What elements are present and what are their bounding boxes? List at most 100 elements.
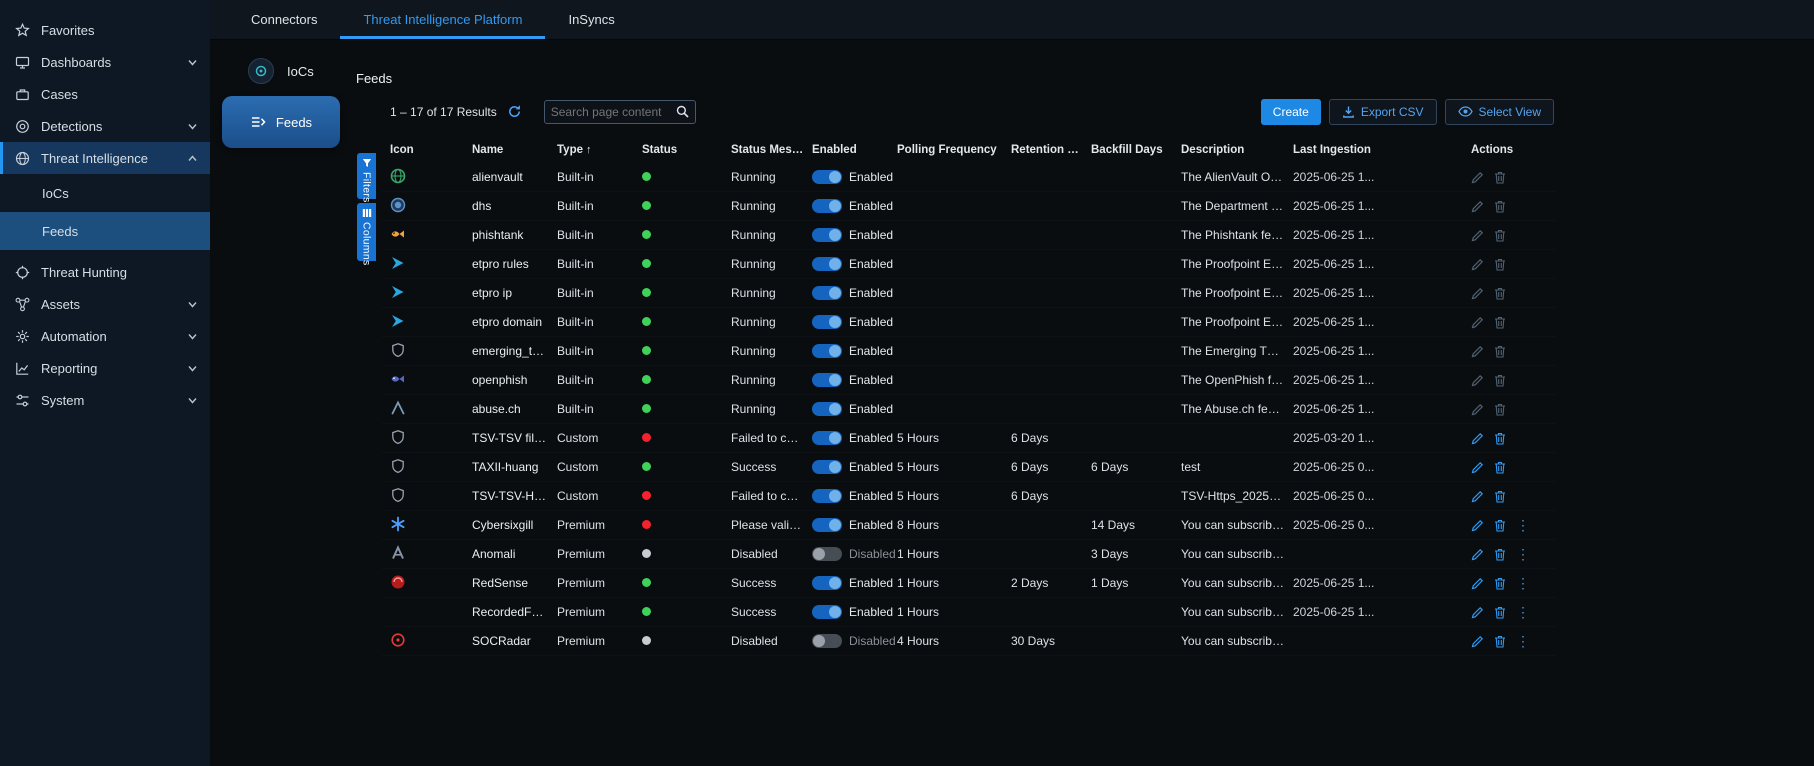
sidebar-item-reporting[interactable]: Reporting: [0, 352, 210, 384]
trash-icon[interactable]: [1494, 432, 1506, 445]
column-header-retention-period[interactable]: Retention Period: [1011, 144, 1091, 156]
trash-icon[interactable]: [1494, 461, 1506, 474]
edit-icon[interactable]: [1471, 490, 1484, 503]
sidebar-item-assets[interactable]: Assets: [0, 288, 210, 320]
search-input[interactable]: [551, 105, 672, 119]
create-button[interactable]: Create: [1261, 99, 1321, 125]
refresh-button[interactable]: [507, 104, 522, 119]
column-header-status-message[interactable]: Status Message: [731, 144, 812, 156]
sidebar-item-cases[interactable]: Cases: [0, 78, 210, 110]
edit-icon[interactable]: [1471, 287, 1484, 300]
trash-icon[interactable]: [1494, 171, 1506, 184]
enabled-toggle[interactable]: [812, 605, 842, 619]
edit-icon[interactable]: [1471, 374, 1484, 387]
enabled-toggle[interactable]: [812, 257, 842, 271]
enabled-toggle[interactable]: [812, 547, 842, 561]
trash-icon[interactable]: [1494, 200, 1506, 213]
shield-feed-icon: [390, 429, 406, 445]
edit-icon[interactable]: [1471, 548, 1484, 561]
edit-icon[interactable]: [1471, 258, 1484, 271]
status-dot: [642, 462, 651, 471]
trash-icon[interactable]: [1494, 519, 1506, 532]
sidebar-item-automation[interactable]: Automation: [0, 320, 210, 352]
sidebar-item-detections[interactable]: Detections: [0, 110, 210, 142]
column-header-type[interactable]: Type↑: [557, 144, 642, 156]
edit-icon[interactable]: [1471, 635, 1484, 648]
tab-insyncs[interactable]: InSyncs: [545, 0, 637, 39]
column-header-last-ingestion[interactable]: Last Ingestion: [1293, 144, 1471, 156]
kebab-menu-icon[interactable]: ⋮: [1516, 518, 1530, 532]
edit-icon[interactable]: [1471, 171, 1484, 184]
column-header-name[interactable]: Name: [472, 144, 557, 156]
feed-row-recordedfuture: RecordedFuturePremiumSuccessEnabled1 Hou…: [382, 598, 1556, 627]
columns-tab[interactable]: Columns: [357, 203, 376, 261]
trash-icon[interactable]: [1494, 635, 1506, 648]
column-header-enabled[interactable]: Enabled: [812, 144, 897, 156]
sidebar-subitem-feeds[interactable]: Feeds: [0, 212, 210, 250]
edit-icon[interactable]: [1471, 461, 1484, 474]
trash-icon[interactable]: [1494, 345, 1506, 358]
trash-icon[interactable]: [1494, 606, 1506, 619]
sidebar-item-threat-hunting[interactable]: Threat Hunting: [0, 256, 210, 288]
sidebar-subitem-iocs[interactable]: IoCs: [0, 174, 210, 212]
export-csv-button[interactable]: Export CSV: [1329, 99, 1437, 125]
sidebar-item-system[interactable]: System: [0, 384, 210, 416]
enabled-toggle[interactable]: [812, 199, 842, 213]
subnav-item-iocs[interactable]: IoCs: [248, 58, 314, 84]
trash-icon[interactable]: [1494, 403, 1506, 416]
trash-icon[interactable]: [1494, 490, 1506, 503]
column-header-status[interactable]: Status: [642, 144, 731, 156]
trash-icon[interactable]: [1494, 287, 1506, 300]
select-view-button[interactable]: Select View: [1445, 99, 1554, 125]
kebab-menu-icon[interactable]: ⋮: [1516, 576, 1530, 590]
enabled-toggle[interactable]: [812, 402, 842, 416]
trash-icon[interactable]: [1494, 229, 1506, 242]
enabled-toggle[interactable]: [812, 344, 842, 358]
edit-icon[interactable]: [1471, 345, 1484, 358]
enabled-toggle[interactable]: [812, 460, 842, 474]
threat-hunting-icon: [14, 264, 30, 280]
status-dot: [642, 578, 651, 587]
enabled-toggle[interactable]: [812, 170, 842, 184]
kebab-menu-icon[interactable]: ⋮: [1516, 547, 1530, 561]
trash-icon[interactable]: [1494, 548, 1506, 561]
enabled-toggle[interactable]: [812, 286, 842, 300]
filters-tab[interactable]: Filters: [357, 153, 376, 199]
sidebar-item-threat-intelligence[interactable]: Threat Intelligence: [0, 142, 210, 174]
trash-icon[interactable]: [1494, 374, 1506, 387]
enabled-toggle[interactable]: [812, 431, 842, 445]
edit-icon[interactable]: [1471, 403, 1484, 416]
enabled-toggle[interactable]: [812, 228, 842, 242]
sidebar-item-favorites[interactable]: Favorites: [0, 14, 210, 46]
enabled-toggle[interactable]: [812, 373, 842, 387]
tab-connectors[interactable]: Connectors: [228, 0, 340, 39]
enabled-toggle[interactable]: [812, 315, 842, 329]
trash-icon[interactable]: [1494, 258, 1506, 271]
edit-icon[interactable]: [1471, 200, 1484, 213]
kebab-menu-icon[interactable]: ⋮: [1516, 605, 1530, 619]
trash-icon[interactable]: [1494, 316, 1506, 329]
enabled-label: Enabled: [849, 228, 893, 242]
sidebar-item-dashboards[interactable]: Dashboards: [0, 46, 210, 78]
edit-icon[interactable]: [1471, 229, 1484, 242]
status-dot: [642, 375, 651, 384]
column-header-polling-frequency[interactable]: Polling Frequency: [897, 144, 1011, 156]
enabled-toggle[interactable]: [812, 518, 842, 532]
edit-icon[interactable]: [1471, 519, 1484, 532]
edit-icon[interactable]: [1471, 606, 1484, 619]
feed-type: Premium: [557, 605, 642, 619]
enabled-toggle[interactable]: [812, 489, 842, 503]
column-header-description[interactable]: Description: [1181, 144, 1293, 156]
feed-description: The Proofpoint Eme...: [1181, 315, 1293, 329]
kebab-menu-icon[interactable]: ⋮: [1516, 634, 1530, 648]
enabled-toggle[interactable]: [812, 576, 842, 590]
tab-threat-intelligence-platform[interactable]: Threat Intelligence Platform: [340, 0, 545, 39]
subnav-item-feeds[interactable]: Feeds: [222, 96, 340, 148]
feed-type: Built-in: [557, 344, 642, 358]
enabled-toggle[interactable]: [812, 634, 842, 648]
edit-icon[interactable]: [1471, 316, 1484, 329]
edit-icon[interactable]: [1471, 432, 1484, 445]
column-header-backfill-days[interactable]: Backfill Days: [1091, 144, 1181, 156]
edit-icon[interactable]: [1471, 577, 1484, 590]
trash-icon[interactable]: [1494, 577, 1506, 590]
